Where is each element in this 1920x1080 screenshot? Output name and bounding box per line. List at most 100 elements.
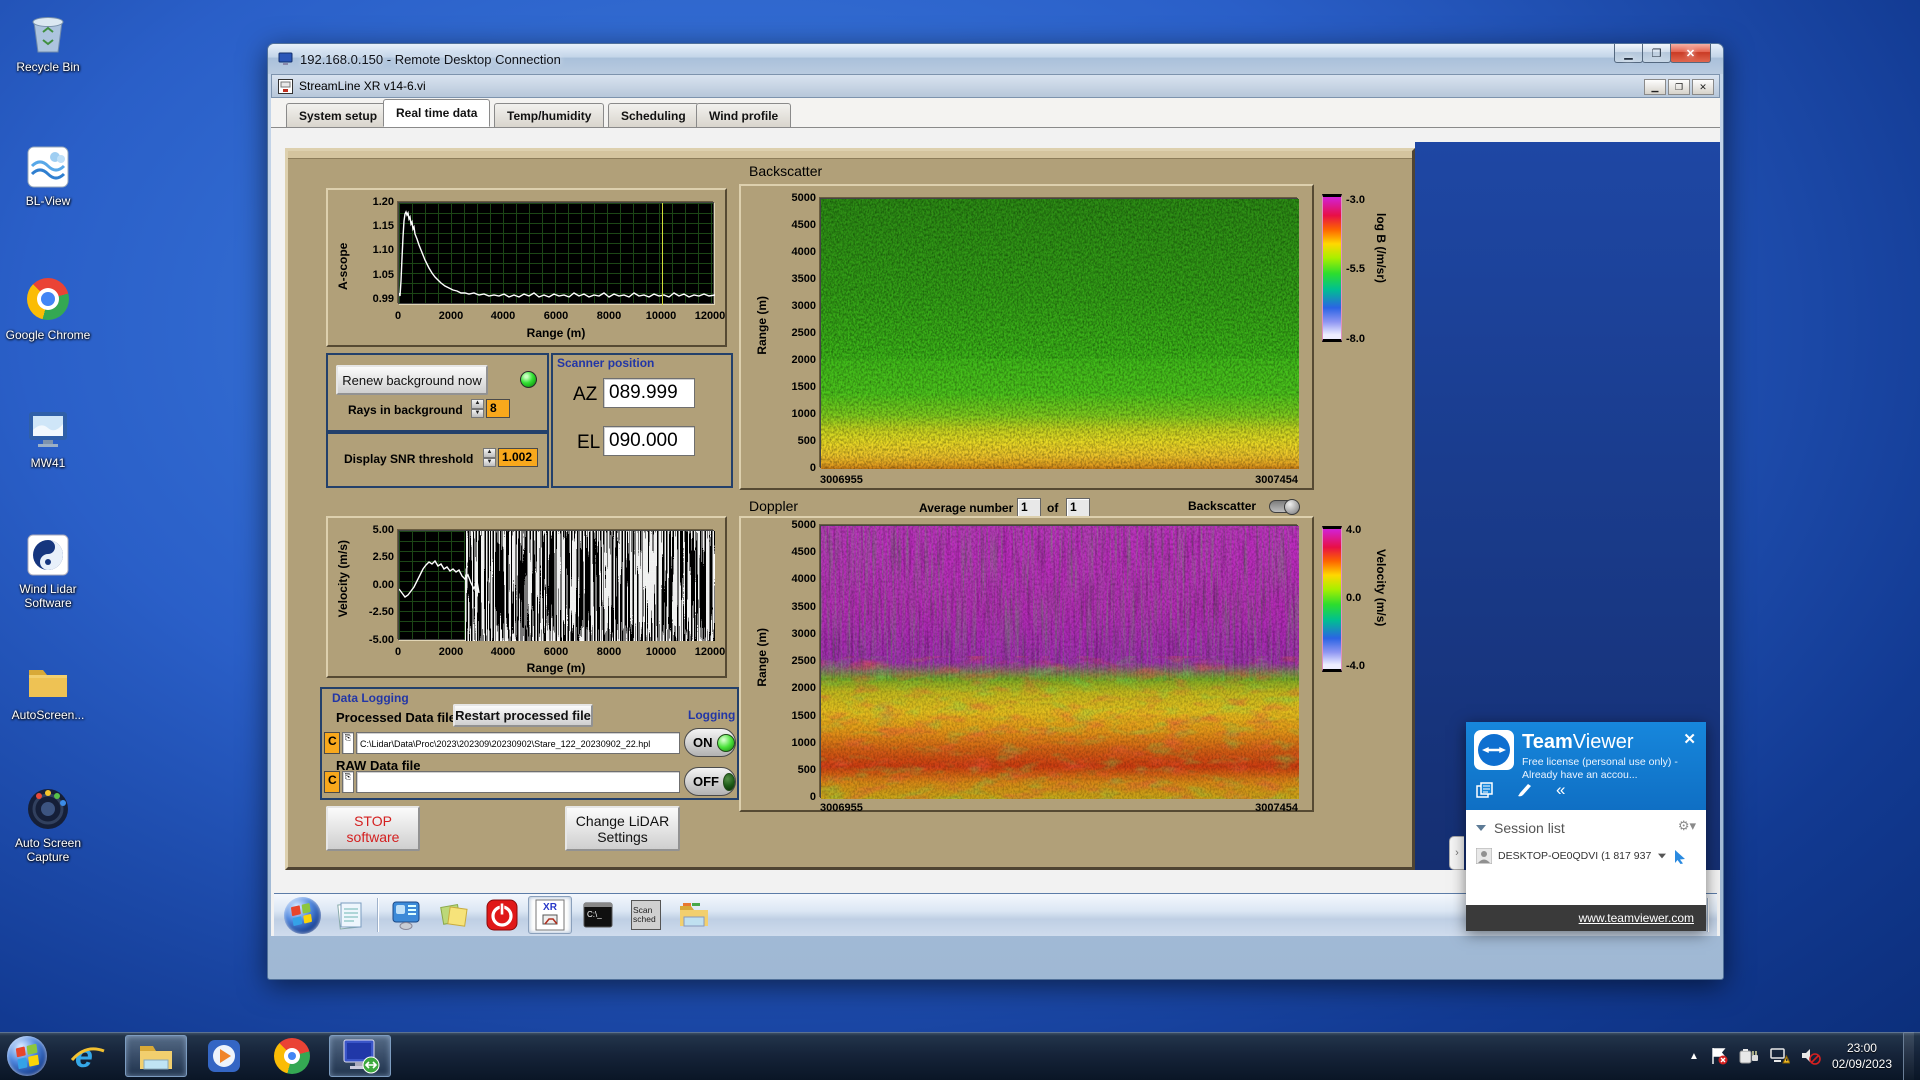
bs-ytick: 1000 bbox=[791, 408, 816, 420]
remote-scan-sched-icon[interactable]: Scan sched bbox=[624, 896, 668, 934]
backscatter-heatmap[interactable] bbox=[820, 198, 1299, 469]
session-row[interactable]: DESKTOP-OE0QDVI (1 817 937 bbox=[1476, 848, 1687, 864]
teamviewer-expander-tab[interactable]: › bbox=[1449, 836, 1464, 870]
background-group: Renew background now Rays in background … bbox=[326, 353, 549, 432]
backscatter-toggle-label: Backscatter bbox=[1188, 499, 1257, 513]
tab-temp-humidity[interactable]: Temp/humidity bbox=[494, 103, 605, 127]
average-total-field[interactable]: 1 bbox=[1066, 498, 1090, 517]
el-value-field[interactable]: 090.000 bbox=[603, 426, 695, 456]
desktop-icon-autoscreen[interactable]: AutoScreen... bbox=[2, 658, 94, 722]
az-value-field[interactable]: 089.999 bbox=[603, 378, 695, 408]
doppler-graph-group: 5000 4500 4000 3500 3000 2500 2000 1500 … bbox=[739, 516, 1314, 814]
raw-path-icon[interactable]: ⎘ bbox=[342, 771, 354, 793]
desktop-icon-bl-view[interactable]: BL-View bbox=[2, 144, 94, 208]
rdp-minimize-button[interactable]: ▁ bbox=[1614, 44, 1643, 63]
connect-cursor-icon[interactable] bbox=[1673, 849, 1687, 864]
desktop-icon-recycle-bin[interactable]: Recycle Bin bbox=[2, 10, 94, 74]
dp-ytick: 1000 bbox=[791, 737, 816, 749]
teamviewer-sessions-icon[interactable] bbox=[1476, 782, 1494, 798]
velocity-plot[interactable] bbox=[398, 530, 715, 641]
raw-drive-box[interactable]: C bbox=[324, 771, 340, 793]
teamviewer-close-icon[interactable]: ✕ bbox=[1683, 730, 1696, 748]
rdp-maximize-button[interactable]: ❐ bbox=[1642, 44, 1671, 63]
tab-scheduling[interactable]: Scheduling bbox=[608, 103, 699, 127]
bs-ytick: 4500 bbox=[791, 219, 816, 231]
teamviewer-brush-icon[interactable] bbox=[1516, 782, 1534, 798]
bs-xtick-right: 3007454 bbox=[1255, 474, 1298, 486]
teamviewer-website-link[interactable]: www.teamviewer.com bbox=[1579, 911, 1694, 925]
desktop-icon-google-chrome[interactable]: Google Chrome bbox=[2, 276, 94, 342]
teamviewer-collapse-icon[interactable]: « bbox=[1556, 781, 1565, 798]
remote-notepad-icon[interactable] bbox=[328, 896, 372, 934]
host-battery-icon[interactable] bbox=[1739, 1047, 1759, 1065]
host-tray-expand-icon[interactable]: ▲ bbox=[1689, 1051, 1699, 1062]
tab-real-time-data[interactable]: Real time data bbox=[383, 99, 491, 127]
remote-folder-icon[interactable] bbox=[672, 896, 716, 934]
ascope-ytick: 1.15 bbox=[372, 220, 394, 232]
doppler-heatmap[interactable] bbox=[820, 525, 1299, 799]
processed-logging-on-button[interactable]: ON bbox=[684, 728, 736, 757]
labview-minimize-button[interactable]: ▁ bbox=[1644, 79, 1666, 95]
chrome-icon bbox=[25, 278, 71, 324]
bs-ytick: 3500 bbox=[791, 273, 816, 285]
processed-path-field[interactable]: C:\Lidar\Data\Proc\2023\202309\20230902\… bbox=[356, 732, 680, 754]
processed-path-icon[interactable]: ⎘ bbox=[342, 732, 354, 754]
labview-titlebar[interactable]: StreamLine XR v14-6.vi ▁ ❐ ✕ bbox=[271, 74, 1720, 98]
host-media-player-icon[interactable] bbox=[193, 1035, 255, 1077]
rdp-titlebar[interactable]: 192.168.0.150 - Remote Desktop Connectio… bbox=[268, 44, 1723, 74]
ascope-plot[interactable] bbox=[398, 202, 715, 305]
dp-cb-tick: -4.0 bbox=[1346, 660, 1365, 672]
dp-ytick: 500 bbox=[797, 764, 816, 776]
rays-spinner[interactable]: ▲ ▼ bbox=[471, 399, 484, 418]
tab-wind-profile[interactable]: Wind profile bbox=[696, 103, 792, 127]
ascope-xtick: 2000 bbox=[438, 310, 464, 322]
graph-cursor-line[interactable] bbox=[662, 203, 663, 305]
tab-system-setup[interactable]: System setup bbox=[286, 103, 391, 127]
scanner-position-title: Scanner position bbox=[557, 356, 655, 370]
host-action-center-icon[interactable] bbox=[1710, 1047, 1728, 1065]
snr-spinner[interactable]: ▲ ▼ bbox=[483, 448, 496, 467]
labview-close-button[interactable]: ✕ bbox=[1692, 79, 1714, 95]
bs-ylabel: Range (m) bbox=[755, 296, 769, 355]
snr-group: Display SNR threshold ▲ ▼ 1.002 bbox=[326, 432, 549, 488]
raw-logging-off-button[interactable]: OFF bbox=[684, 767, 736, 796]
host-volume-muted-icon[interactable] bbox=[1801, 1047, 1821, 1065]
host-ie-icon[interactable]: e bbox=[57, 1035, 119, 1077]
bs-ytick: 1500 bbox=[791, 381, 816, 393]
remote-power-stop-icon[interactable] bbox=[480, 896, 524, 934]
remote-cmd-icon[interactable]: C:\_ bbox=[576, 896, 620, 934]
session-settings-gear-icon[interactable]: ⚙▾ bbox=[1678, 818, 1696, 834]
bs-cb-tick: -3.0 bbox=[1346, 194, 1365, 206]
change-lidar-settings-button[interactable]: Change LiDAR Settings bbox=[565, 806, 680, 851]
dp-cb-tick: 4.0 bbox=[1346, 524, 1362, 536]
restart-processed-file-button[interactable]: Restart processed file bbox=[453, 704, 593, 727]
host-start-button[interactable] bbox=[3, 1035, 51, 1077]
desktop-icon-mw41[interactable]: MW41 bbox=[2, 406, 94, 470]
recycle-bin-icon bbox=[25, 10, 71, 56]
host-chrome-icon[interactable] bbox=[261, 1035, 323, 1077]
average-number-field[interactable]: 1 bbox=[1017, 498, 1041, 517]
rays-value-field[interactable]: 8 bbox=[486, 399, 510, 418]
session-list-header[interactable]: Session list bbox=[1476, 820, 1565, 836]
stop-software-button[interactable]: STOP software bbox=[326, 806, 420, 851]
processed-drive-box[interactable]: C bbox=[324, 732, 340, 754]
desktop-icon-auto-screen-capture[interactable]: Auto Screen Capture bbox=[2, 786, 94, 864]
snr-value-field[interactable]: 1.002 bbox=[498, 448, 538, 467]
show-desktop-button[interactable] bbox=[1903, 1032, 1914, 1080]
remote-control-panel-icon[interactable] bbox=[384, 896, 428, 934]
desktop-icon-wind-lidar[interactable]: Wind Lidar Software bbox=[2, 532, 94, 610]
vel-ytick: 0.00 bbox=[372, 579, 394, 591]
raw-path-field[interactable] bbox=[356, 771, 680, 793]
remote-streamline-xr-icon[interactable]: XR bbox=[528, 896, 572, 934]
remote-sticky-notes-icon[interactable] bbox=[432, 896, 476, 934]
host-clock[interactable]: 23:00 02/09/2023 bbox=[1832, 1040, 1892, 1072]
renew-background-button[interactable]: Renew background now bbox=[336, 365, 488, 395]
rdp-close-button[interactable]: ✕ bbox=[1670, 44, 1711, 63]
host-network-icon[interactable] bbox=[1770, 1047, 1790, 1065]
host-rdp-icon[interactable] bbox=[329, 1035, 391, 1077]
host-explorer-icon[interactable] bbox=[125, 1035, 187, 1077]
dp-ytick: 2500 bbox=[791, 655, 816, 667]
labview-restore-button[interactable]: ❐ bbox=[1668, 79, 1690, 95]
backscatter-toggle-switch[interactable] bbox=[1269, 499, 1300, 515]
remote-start-button[interactable] bbox=[280, 896, 324, 934]
